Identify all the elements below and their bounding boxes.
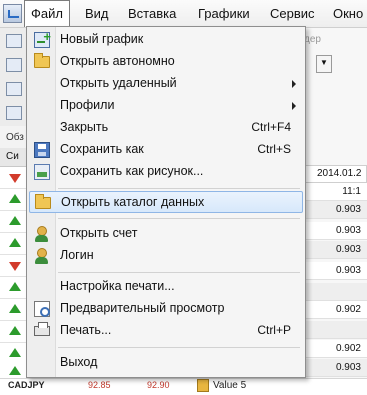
market-row[interactable] [0, 277, 28, 299]
menu-item-label: Сохранить как рисунок... [60, 164, 204, 178]
menu-item-print[interactable]: Печать... Ctrl+P [29, 320, 303, 342]
value-label: Value 5 [213, 380, 247, 391]
value-cell: 0.903 [304, 262, 367, 280]
market-watch-title: Обз [6, 132, 24, 143]
up-arrow-icon [9, 194, 21, 203]
menu-item-exit[interactable]: Выход [29, 352, 303, 374]
toolbar-button[interactable] [6, 34, 22, 48]
menu-separator [58, 188, 300, 189]
menu-item-label: Предварительный просмотр [60, 301, 225, 315]
folder-icon [35, 194, 51, 209]
down-arrow-icon [9, 174, 21, 183]
menu-item-label: Открыть удаленный [60, 76, 177, 90]
menu-file[interactable]: Файл [24, 0, 70, 27]
dropdown-button[interactable] [316, 55, 332, 73]
date-cell: 2014.01.2 [304, 165, 367, 183]
menu-item-label: Открыть автономно [60, 54, 175, 68]
save-picture-icon [34, 164, 50, 180]
printer-icon [34, 322, 50, 336]
menu-window[interactable]: Окно [333, 0, 363, 27]
indicator-icon [197, 379, 209, 392]
menu-tools[interactable]: Сервис [270, 0, 315, 27]
value-cell: 0.903 [304, 241, 367, 259]
up-arrow-icon [9, 216, 21, 225]
down-arrow-icon [9, 262, 21, 271]
menu-item-save-as-picture[interactable]: Сохранить как рисунок... [29, 161, 303, 183]
file-menu-dropdown: Новый график Открыть автономно Открыть у… [26, 26, 306, 378]
menu-view[interactable]: Вид [85, 0, 109, 27]
value-cell: 0.902 [304, 301, 367, 319]
toolbar-button[interactable] [6, 82, 22, 96]
menu-item-shortcut: Ctrl+S [257, 142, 291, 156]
menu-item-label: Закрыть [60, 120, 109, 134]
bid-price: 92.85 [88, 380, 111, 390]
market-row[interactable] [0, 189, 28, 211]
app-icon[interactable] [3, 4, 22, 23]
value-cell [304, 321, 367, 339]
open-account-icon [34, 226, 50, 242]
market-row[interactable] [0, 299, 28, 321]
menu-item-shortcut: Ctrl+P [257, 323, 291, 337]
menu-item-label: Открыть каталог данных [61, 195, 205, 209]
menu-item-profiles[interactable]: Профили [29, 95, 303, 117]
market-row[interactable] [0, 167, 28, 189]
up-arrow-icon [9, 282, 21, 291]
menubar: Файл Вид Вставка Графики Сервис Окно [0, 0, 367, 28]
market-row[interactable] [0, 211, 28, 233]
toolbar-button[interactable] [6, 106, 22, 120]
menu-separator [58, 218, 300, 219]
up-arrow-icon [9, 348, 21, 357]
submenu-arrow-icon [292, 80, 296, 88]
submenu-arrow-icon [292, 102, 296, 110]
menu-item-label: Логин [60, 248, 94, 262]
print-preview-icon [34, 301, 50, 317]
menu-item-login[interactable]: Логин [29, 245, 303, 267]
menu-item-print-preview[interactable]: Предварительный просмотр [29, 298, 303, 320]
save-icon [34, 142, 50, 158]
menu-item-close[interactable]: Закрыть Ctrl+F4 [29, 117, 303, 139]
menu-item-label: Профили [60, 98, 115, 112]
new-chart-icon [34, 29, 51, 48]
menu-separator [58, 272, 300, 273]
value-cell [304, 283, 367, 301]
menu-item-save-as[interactable]: Сохранить как Ctrl+S [29, 139, 303, 161]
value-cell: 0.903 [304, 359, 367, 377]
ask-price: 92.90 [147, 380, 170, 390]
up-arrow-icon [9, 326, 21, 335]
menu-item-shortcut: Ctrl+F4 [251, 120, 291, 134]
menu-item-open-offline[interactable]: Открыть автономно [29, 51, 303, 73]
menu-item-label: Новый график [60, 32, 144, 46]
menu-item-label: Настройка печати... [60, 279, 175, 293]
market-watch-header-label: Си [6, 151, 19, 162]
menu-insert[interactable]: Вставка [128, 0, 176, 27]
bottom-row [0, 378, 367, 395]
up-arrow-icon [9, 366, 21, 375]
market-row[interactable] [0, 321, 28, 343]
menu-item-label: Выход [60, 355, 98, 369]
toolbar-button[interactable] [6, 58, 22, 72]
value-cell: 0.903 [304, 222, 367, 240]
menu-separator [58, 347, 300, 348]
menu-item-open-remote[interactable]: Открыть удаленный [29, 73, 303, 95]
market-row[interactable] [0, 233, 28, 255]
menu-item-open-account[interactable]: Открыть счет [29, 223, 303, 245]
toolbar-hint-text: дер [304, 34, 321, 45]
symbol-cadjpy[interactable]: CADJPY [8, 380, 45, 390]
menu-item-label: Открыть счет [60, 226, 138, 240]
up-arrow-icon [9, 238, 21, 247]
login-icon [34, 248, 50, 264]
value-cell: 0.902 [304, 340, 367, 358]
menu-item-new-chart[interactable]: Новый график [29, 29, 303, 51]
menu-item-label: Сохранить как [60, 142, 144, 156]
menu-item-label: Печать... [60, 323, 112, 337]
value-cell: 11:1 [304, 183, 367, 201]
menu-item-print-setup[interactable]: Настройка печати... [29, 276, 303, 298]
folder-open-icon [34, 53, 50, 68]
menu-item-open-data-folder[interactable]: Открыть каталог данных [29, 191, 303, 213]
menu-charts[interactable]: Графики [198, 0, 250, 27]
market-row[interactable] [0, 255, 28, 277]
value-cell: 0.903 [304, 201, 367, 219]
up-arrow-icon [9, 304, 21, 313]
